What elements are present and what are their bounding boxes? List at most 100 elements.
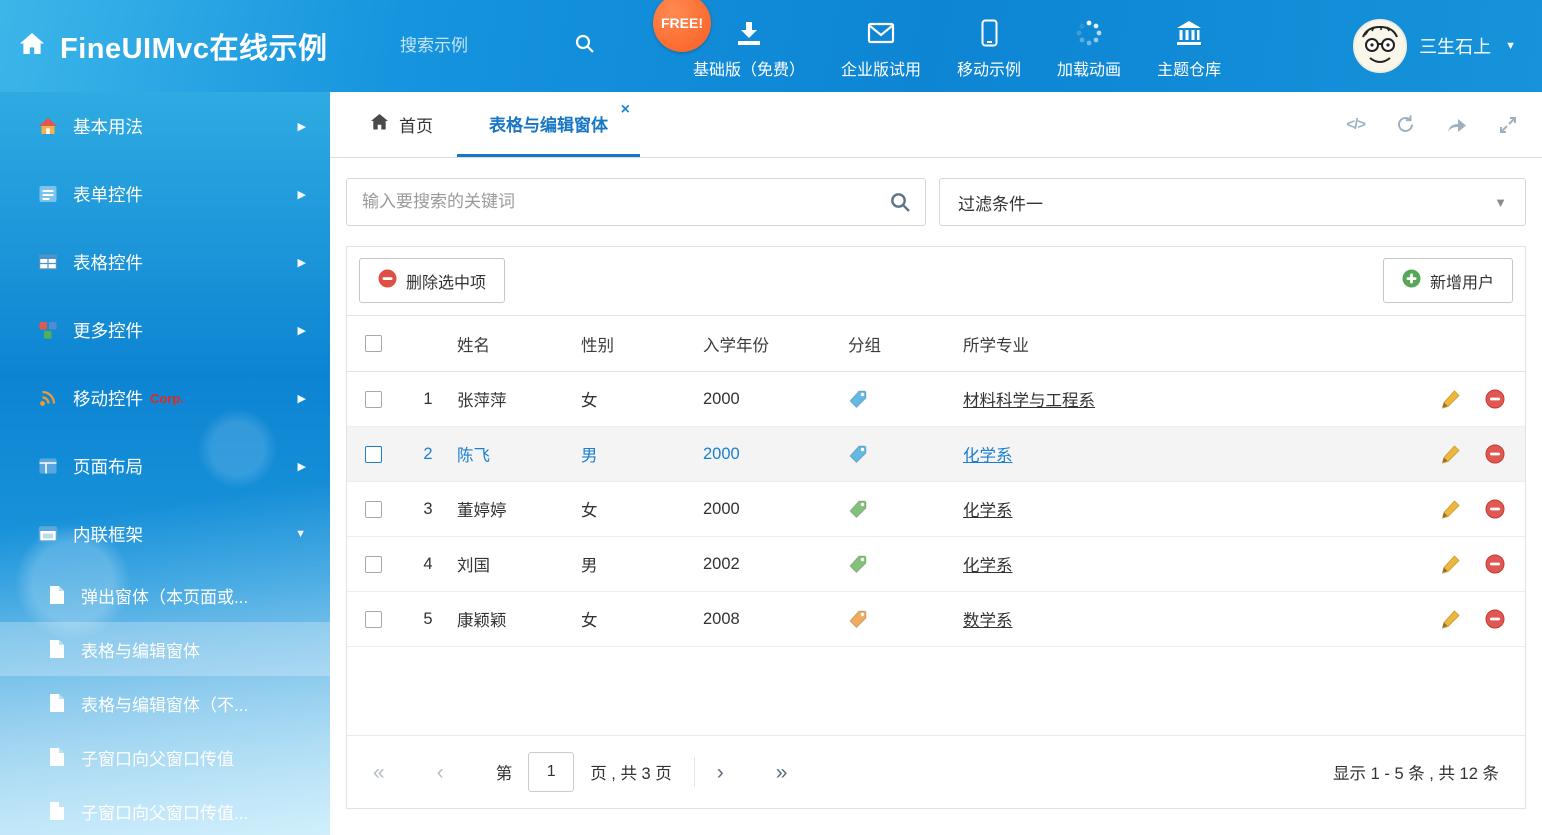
row-index: 4 <box>399 555 457 574</box>
delete-icon[interactable] <box>1485 444 1505 464</box>
sidebar-subitem-label: 表格与编辑窗体 <box>81 637 200 662</box>
prev-page-button[interactable]: ‹ <box>437 762 444 783</box>
sidebar-subitem-grid-edit-window[interactable]: 表格与编辑窗体 <box>0 622 330 676</box>
delete-icon[interactable] <box>1485 389 1505 409</box>
sidebar-item-basic-usage[interactable]: 基本用法 ▶ <box>0 92 330 160</box>
sidebar-item-page-layout[interactable]: 页面布局 ▶ <box>0 432 330 500</box>
file-icon <box>48 639 65 659</box>
table-row[interactable]: 3 董婷婷 女 2000 化学系 <box>347 482 1525 537</box>
column-name: 姓名 <box>457 332 581 356</box>
next-page-button[interactable]: › <box>717 762 724 783</box>
nav-item-mobile-demo[interactable]: 移动示例 <box>957 0 1021 92</box>
close-icon[interactable]: × <box>621 101 630 119</box>
row-checkbox[interactable] <box>365 611 382 628</box>
nav-item-basic-free[interactable]: FREE! 基础版（免费） <box>693 0 805 92</box>
major-link[interactable]: 化学系 <box>963 502 1013 520</box>
cell-gender: 男 <box>581 552 703 576</box>
major-link[interactable]: 数学系 <box>963 612 1013 630</box>
chevron-down-icon: ▼ <box>295 528 306 540</box>
row-checkbox[interactable] <box>365 391 382 408</box>
major-link[interactable]: 化学系 <box>963 557 1013 575</box>
row-checkbox[interactable] <box>365 446 382 463</box>
table-row[interactable]: 5 康颖颖 女 2008 数学系 <box>347 592 1525 647</box>
home-icon <box>18 30 46 63</box>
table-row[interactable]: 2 陈飞 男 2000 化学系 <box>347 427 1525 482</box>
row-checkbox[interactable] <box>365 556 382 573</box>
cell-year: 2000 <box>703 500 848 519</box>
source-code-icon[interactable]: </> <box>1346 116 1365 133</box>
nav-item-theme-repo[interactable]: 主题仓库 <box>1157 0 1221 92</box>
sidebar-subitem-label: 弹出窗体（本页面或... <box>81 583 248 608</box>
nav-label: 基础版（免费） <box>693 56 805 80</box>
top-header: FineUIMvc在线示例 FREE! 基础版（免费） <box>0 0 1542 92</box>
cell-name: 董婷婷 <box>457 497 581 521</box>
cell-name: 刘国 <box>457 552 581 576</box>
chevron-down-icon: ▼ <box>1494 195 1507 210</box>
iframe-window-icon <box>38 524 58 544</box>
add-user-button[interactable]: 新增用户 <box>1383 258 1513 303</box>
keyword-search-input[interactable] <box>347 192 925 212</box>
minus-circle-icon <box>378 269 397 293</box>
sidebar-subitem-child-to-parent-2[interactable]: 子窗口向父窗口传值... <box>0 784 330 835</box>
user-menu[interactable]: 三生石上 ▼ <box>1353 19 1542 73</box>
delete-icon[interactable] <box>1485 499 1505 519</box>
tag-icon <box>848 554 963 574</box>
page-label: 第 <box>496 760 513 784</box>
table-row[interactable]: 4 刘国 男 2002 化学系 <box>347 537 1525 592</box>
nav-item-enterprise-trial[interactable]: 企业版试用 <box>841 0 921 92</box>
cell-name: 陈飞 <box>457 442 581 466</box>
row-checkbox[interactable] <box>365 501 382 518</box>
free-badge: FREE! <box>653 0 711 52</box>
table-row[interactable]: 1 张萍萍 女 2000 材料科学与工程系 <box>347 372 1525 427</box>
first-page-button[interactable]: « <box>373 762 385 783</box>
tab-home[interactable]: 首页 <box>346 92 457 157</box>
major-link[interactable]: 材料科学与工程系 <box>963 392 1095 410</box>
main-content: 首页 表格与编辑窗体 × </> <box>330 92 1542 835</box>
row-index: 2 <box>399 445 457 464</box>
page-number-input[interactable] <box>528 752 574 792</box>
delete-icon[interactable] <box>1485 609 1505 629</box>
file-icon <box>48 747 65 767</box>
table-icon <box>38 252 58 272</box>
filter-row: 过滤条件一 ▼ <box>346 178 1526 226</box>
delete-icon[interactable] <box>1485 554 1505 574</box>
nav-item-loading-animation[interactable]: 加载动画 <box>1057 0 1121 92</box>
column-year: 入学年份 <box>703 332 848 356</box>
brand[interactable]: FineUIMvc在线示例 <box>0 25 400 67</box>
edit-icon[interactable] <box>1441 389 1461 409</box>
delete-selected-button[interactable]: 删除选中项 <box>359 258 505 303</box>
cell-name: 张萍萍 <box>457 387 581 411</box>
grid-panel: 删除选中项 新增用户 姓名 <box>346 246 1526 809</box>
select-all-checkbox[interactable] <box>365 335 382 352</box>
row-index: 5 <box>399 610 457 629</box>
refresh-icon[interactable] <box>1395 114 1416 135</box>
expand-icon[interactable] <box>1498 115 1518 135</box>
last-page-button[interactable]: » <box>776 762 788 783</box>
share-forward-icon[interactable] <box>1446 115 1468 135</box>
edit-icon[interactable] <box>1441 609 1461 629</box>
sidebar-item-iframe[interactable]: 内联框架 ▼ <box>0 500 330 568</box>
home-icon <box>370 113 389 136</box>
search-icon[interactable] <box>574 33 595 59</box>
cell-gender: 男 <box>581 442 703 466</box>
nav-label: 移动示例 <box>957 56 1021 80</box>
sidebar-item-label: 表单控件 <box>73 182 143 207</box>
tab-grid-edit-window[interactable]: 表格与编辑窗体 × <box>457 92 640 157</box>
major-link[interactable]: 化学系 <box>963 447 1013 465</box>
sidebar-item-mobile-controls[interactable]: 移动控件 Corp. ▶ <box>0 364 330 432</box>
button-label: 删除选中项 <box>406 269 486 293</box>
sidebar-subitem-popup-window[interactable]: 弹出窗体（本页面或... <box>0 568 330 622</box>
filter-dropdown[interactable]: 过滤条件一 ▼ <box>939 178 1526 226</box>
sidebar-item-more-controls[interactable]: 更多控件 ▶ <box>0 296 330 364</box>
sidebar-subitem-child-to-parent[interactable]: 子窗口向父窗口传值 <box>0 730 330 784</box>
header-search-input[interactable] <box>400 36 560 56</box>
sidebar-item-grid-controls[interactable]: 表格控件 ▶ <box>0 228 330 296</box>
edit-icon[interactable] <box>1441 444 1461 464</box>
edit-icon[interactable] <box>1441 499 1461 519</box>
sidebar-item-form-controls[interactable]: 表单控件 ▶ <box>0 160 330 228</box>
app-title: FineUIMvc在线示例 <box>60 25 328 67</box>
search-icon[interactable] <box>889 191 911 218</box>
sidebar-subitem-grid-edit-window-2[interactable]: 表格与编辑窗体（不... <box>0 676 330 730</box>
envelope-icon <box>867 18 895 48</box>
edit-icon[interactable] <box>1441 554 1461 574</box>
